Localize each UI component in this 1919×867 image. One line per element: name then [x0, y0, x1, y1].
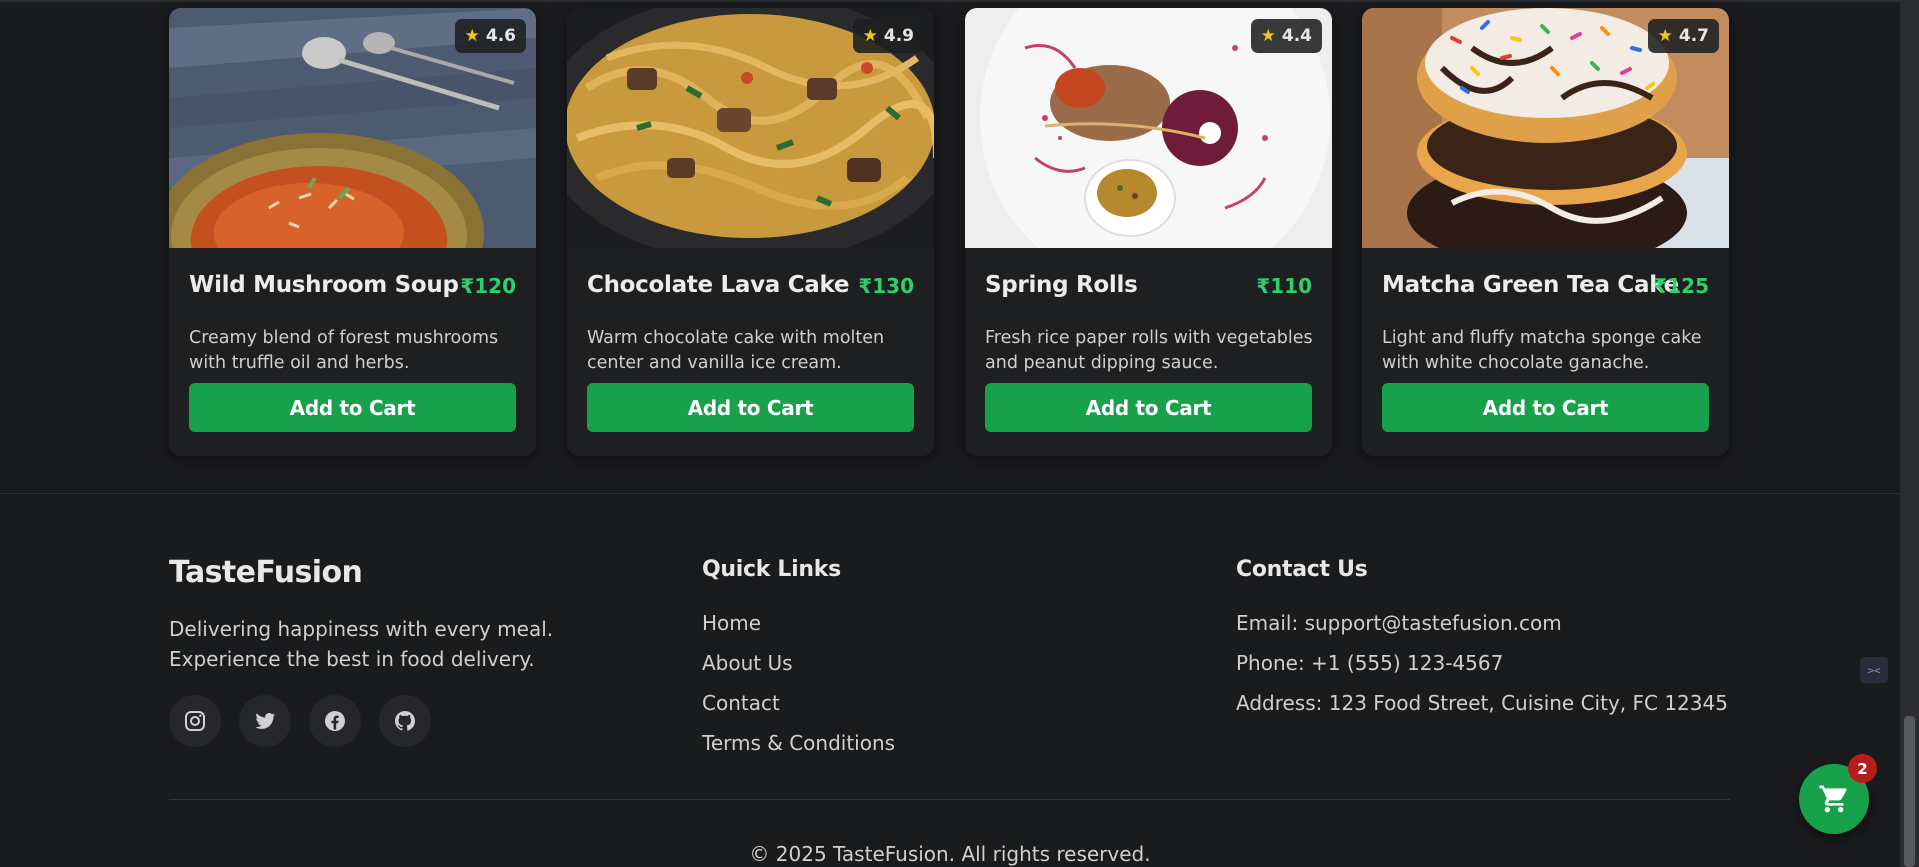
menu-card: ★ 4.6 Wild Mushroom Soup ₹120 Creamy ble… — [169, 8, 536, 456]
add-to-cart-button[interactable]: Add to Cart — [587, 383, 914, 432]
scrollbar-thumb[interactable] — [1904, 716, 1915, 867]
quick-links-title: Quick Links — [702, 557, 841, 582]
cart-icon — [1819, 785, 1847, 813]
menu-card: ★ 4.4 Spring Rolls ₹110 Fresh rice paper… — [965, 8, 1332, 456]
star-icon: ★ — [464, 25, 480, 46]
contact-address: Address: 123 Food Street, Cuisine City, … — [1236, 691, 1728, 715]
github-icon — [395, 711, 415, 731]
rating-badge: ★ 4.7 — [1647, 19, 1719, 53]
food-image: ★ 4.4 — [965, 8, 1332, 248]
card-price: ₹120 — [460, 274, 516, 298]
card-price: ₹130 — [858, 274, 914, 298]
facebook-icon — [325, 711, 345, 731]
page-scrollbar[interactable] — [1900, 0, 1919, 867]
food-image: ★ 4.9 — [567, 8, 934, 248]
rating-value: 4.9 — [883, 26, 914, 46]
facebook-link[interactable] — [309, 695, 361, 747]
footer-brand: TasteFusion — [169, 555, 363, 590]
card-description: Warm chocolate cake with molten center a… — [587, 328, 885, 373]
contact-title: Contact Us — [1236, 557, 1368, 582]
instagram-link[interactable] — [169, 695, 221, 747]
card-description: Creamy blend of forest mushrooms with tr… — [189, 328, 499, 373]
twitter-icon — [255, 712, 276, 729]
dev-toolbar-toggle[interactable]: >< — [1860, 657, 1888, 683]
card-title: Matcha Green Tea Cake — [1382, 272, 1679, 298]
star-icon: ★ — [1657, 25, 1673, 46]
site-footer: TasteFusion Delivering happiness with ev… — [0, 493, 1900, 867]
card-description: Light and fluffy matcha sponge cake with… — [1382, 328, 1702, 373]
contact-phone: Phone: +1 (555) 123-4567 — [1236, 651, 1504, 675]
menu-card: ★ 4.7 Matcha Green Tea Cake ₹125 Light a… — [1362, 8, 1729, 456]
card-title: Chocolate Lava Cake — [587, 272, 850, 298]
footer-tagline: Delivering happiness with every meal. Ex… — [169, 617, 554, 671]
page: ★ 4.6 Wild Mushroom Soup ₹120 Creamy ble… — [0, 0, 1919, 867]
star-icon: ★ — [1260, 25, 1276, 46]
rating-badge: ★ 4.4 — [1250, 19, 1322, 53]
twitter-link[interactable] — [239, 695, 291, 747]
card-title: Wild Mushroom Soup — [189, 272, 459, 298]
add-to-cart-button[interactable]: Add to Cart — [189, 383, 516, 432]
card-title: Spring Rolls — [985, 272, 1138, 298]
rating-badge: ★ 4.9 — [852, 19, 924, 53]
footer-link-about[interactable]: About Us — [702, 651, 793, 675]
footer-divider — [169, 799, 1730, 800]
rating-badge: ★ 4.6 — [454, 19, 526, 53]
add-to-cart-button[interactable]: Add to Cart — [1382, 383, 1709, 432]
food-image: ★ 4.7 — [1362, 8, 1729, 248]
footer-link-terms[interactable]: Terms & Conditions — [702, 731, 895, 755]
contact-email: Email: support@tastefusion.com — [1236, 611, 1562, 635]
food-image: ★ 4.6 — [169, 8, 536, 248]
card-price: ₹110 — [1256, 274, 1312, 298]
copyright-text: © 2025 TasteFusion. All rights reserved. — [749, 842, 1151, 866]
card-description: Fresh rice paper rolls with vegetables a… — [985, 328, 1313, 373]
footer-link-home[interactable]: Home — [702, 611, 761, 635]
star-icon: ★ — [862, 25, 878, 46]
footer-link-contact[interactable]: Contact — [702, 691, 780, 715]
instagram-icon — [185, 711, 205, 731]
section-divider — [0, 0, 1900, 2]
cart-count-badge: 2 — [1848, 754, 1877, 783]
rating-value: 4.7 — [1678, 26, 1709, 46]
add-to-cart-button[interactable]: Add to Cart — [985, 383, 1312, 432]
card-price: ₹125 — [1653, 274, 1709, 298]
rating-value: 4.4 — [1281, 26, 1312, 46]
github-link[interactable] — [379, 695, 431, 747]
code-icon: >< — [1867, 663, 1881, 677]
menu-cards-section: ★ 4.6 Wild Mushroom Soup ₹120 Creamy ble… — [0, 0, 1900, 493]
menu-card: ★ 4.9 Chocolate Lava Cake ₹130 Warm choc… — [567, 8, 934, 456]
rating-value: 4.6 — [485, 26, 516, 46]
